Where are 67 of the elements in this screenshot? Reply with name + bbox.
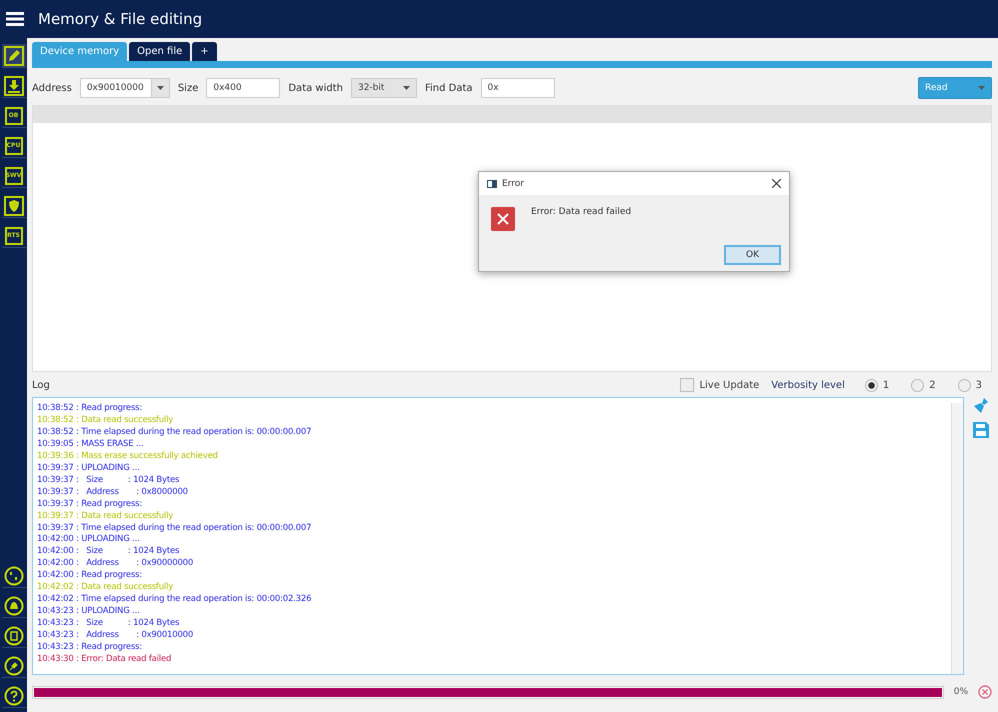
bell-icon xyxy=(4,596,24,616)
data-width-label: Data width xyxy=(288,82,343,94)
download-icon xyxy=(4,76,24,96)
close-icon[interactable] xyxy=(772,179,781,188)
log-line: 10:39:37 : Size : 1024 Bytes xyxy=(37,474,180,487)
error-message: Error: Data read failed xyxy=(531,207,632,219)
binary-icon xyxy=(4,566,24,586)
scrollbar[interactable] xyxy=(951,403,963,674)
log-line: 10:39:36 : Mass erase successfully achieved xyxy=(37,450,219,463)
sidebar-item[interactable] xyxy=(2,194,26,218)
data-width-combo[interactable]: 32-bit xyxy=(350,78,417,98)
log-line: 10:43:23 : Read progress: xyxy=(37,642,144,654)
log-line: 10:42:02 : Time elapsed during the read operation is: 00:00:02.326 xyxy=(37,594,312,606)
address-label: Address xyxy=(32,82,72,94)
sidebar-item[interactable] xyxy=(2,564,26,588)
progress-percent: 0% xyxy=(954,687,968,697)
sidebar-item[interactable] xyxy=(2,74,26,98)
caret-icon xyxy=(978,86,985,90)
log-line: 10:39:37 : Data read successfully xyxy=(37,510,174,523)
shield-icon xyxy=(4,196,24,216)
log-line: 10:43:30 : Error: Data read failed xyxy=(37,654,172,666)
cancel-icon[interactable] xyxy=(978,685,992,699)
tab[interactable]: Open file xyxy=(129,42,190,61)
size-label: Size xyxy=(178,82,198,94)
chip-icon xyxy=(4,626,24,646)
log-line: 10:38:52 : Data read successfully xyxy=(37,414,174,427)
log-line: 10:42:00 : Size : 1024 Bytes xyxy=(37,546,180,558)
log-line: 10:39:37 : Address : 0x8000000 xyxy=(37,486,189,499)
log-line: 10:38:52 : Time elapsed during the read operation is: 00:00:00.007 xyxy=(37,426,312,439)
live-update-checkbox[interactable]: Live Update xyxy=(680,378,760,392)
tab[interactable]: + xyxy=(192,42,217,61)
log-line: 10:42:00 : UPLOADING ... xyxy=(37,534,141,546)
broom-icon[interactable] xyxy=(972,397,990,415)
menu-icon[interactable] xyxy=(6,12,24,26)
find-data-field[interactable]: 0x xyxy=(480,78,555,98)
log-line: 10:38:52 : Read progress: xyxy=(37,403,144,415)
log-line: 10:42:00 : Address : 0x90000000 xyxy=(37,558,194,570)
sidebar-item[interactable] xyxy=(2,44,26,68)
log-line: 10:39:37 : UPLOADING ... xyxy=(37,462,141,475)
log-line: 10:39:05 : MASS ERASE ... xyxy=(37,438,144,451)
sidebar-item[interactable] xyxy=(2,624,26,648)
plug-icon xyxy=(4,656,24,676)
log-line: 10:39:37 : Read progress: xyxy=(37,498,144,511)
log-title: Log xyxy=(32,380,50,390)
caret-icon xyxy=(402,86,410,90)
address-combo[interactable]: 0x90010000 xyxy=(80,78,170,98)
size-field[interactable]: 0x400 xyxy=(206,78,280,98)
sidebar-item[interactable] xyxy=(2,594,26,618)
log-line: 10:43:23 : Size : 1024 Bytes xyxy=(37,618,180,630)
help-icon xyxy=(4,686,24,706)
log-line: 10:42:00 : Read progress: xyxy=(37,570,144,582)
save-icon[interactable] xyxy=(972,421,990,439)
page-title: Memory & File editing xyxy=(38,10,202,28)
log-line: 10:39:37 : Time elapsed during the read operation is: 00:00:00.007 xyxy=(37,522,312,534)
pencil-icon xyxy=(4,46,24,66)
sidebar-item[interactable] xyxy=(2,684,26,708)
log-line: 10:42:02 : Data read successfully xyxy=(37,582,174,594)
ok-button[interactable]: OK xyxy=(724,245,781,265)
log-line: 10:43:23 : Address : 0x90010000 xyxy=(37,630,194,642)
sidebar-item[interactable] xyxy=(2,654,26,678)
dialog-title: Error xyxy=(502,178,525,188)
log-line: 10:43:23 : UPLOADING ... xyxy=(37,606,141,618)
window-icon xyxy=(487,180,497,188)
caret-icon xyxy=(156,86,164,90)
find-data-label: Find Data xyxy=(424,82,473,94)
error-icon xyxy=(489,205,517,233)
verbosity-label: Verbosity level xyxy=(771,380,845,390)
